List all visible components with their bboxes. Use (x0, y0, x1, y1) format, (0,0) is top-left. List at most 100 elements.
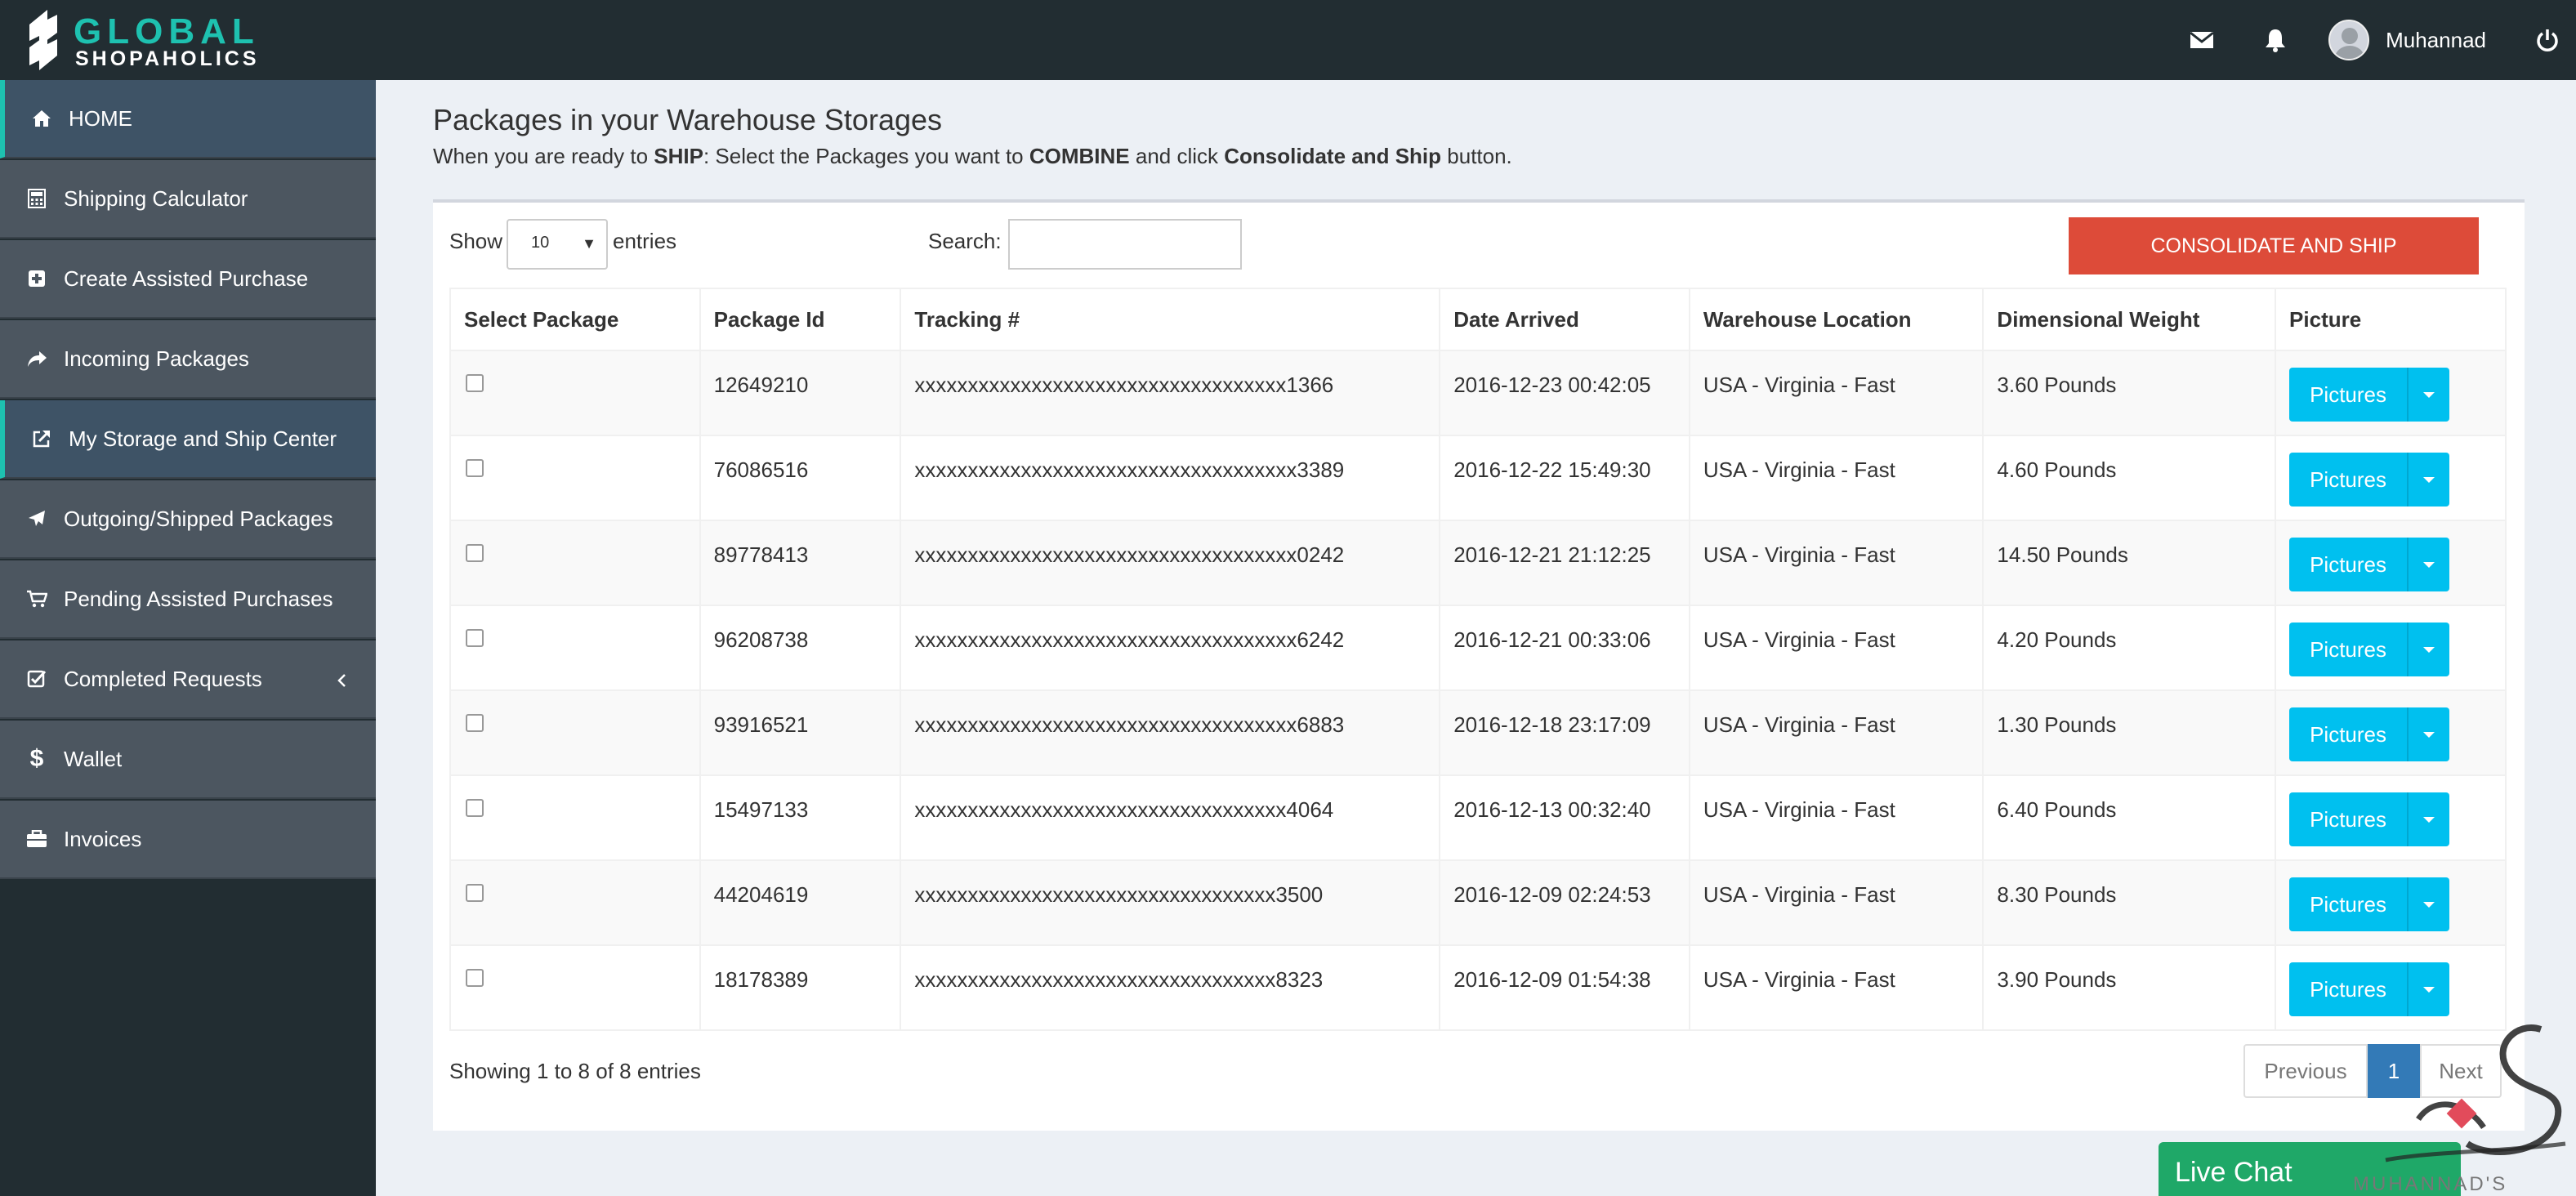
select-package-checkbox[interactable] (466, 374, 484, 392)
sidebar-item-label: Create Assisted Purchase (64, 266, 309, 291)
select-package-checkbox[interactable] (466, 969, 484, 987)
dimensional-weight: 14.50 Pounds (1982, 520, 2277, 606)
pictures-button[interactable]: Pictures (2289, 877, 2409, 931)
pictures-split-button: Pictures (2289, 623, 2450, 676)
blog-watermark-logo (2385, 1024, 2566, 1163)
table-header-row: Select Package Package Id Tracking # Dat… (449, 288, 2507, 351)
pagination-previous[interactable]: Previous (2243, 1044, 2368, 1098)
col-header-select[interactable]: Select Package (449, 288, 701, 351)
package-id: 15497133 (699, 774, 902, 861)
caret-down-icon (2423, 646, 2435, 653)
select-package-checkbox[interactable] (466, 714, 484, 732)
date-arrived: 2016-12-18 23:17:09 (1439, 689, 1690, 776)
dimensional-weight: 1.30 Pounds (1982, 689, 2277, 776)
table-row: 89778413 xxxxxxxxxxxxxxxxxxxxxxxxxxxxxxx… (449, 520, 2507, 606)
select-package-checkbox[interactable] (466, 459, 484, 477)
sidebar-item-wallet[interactable]: $ Wallet (0, 721, 376, 799)
pictures-split-button: Pictures (2289, 877, 2450, 931)
pictures-button[interactable]: Pictures (2289, 453, 2409, 507)
package-id: 18178389 (699, 944, 902, 1031)
show-label: Show (449, 229, 503, 253)
home-icon (29, 106, 54, 131)
pictures-button[interactable]: Pictures (2289, 792, 2409, 846)
sidebar-item-my-storage[interactable]: My Storage and Ship Center (0, 400, 376, 479)
entries-select[interactable]: 10 ▼ (507, 219, 608, 270)
tracking-number: xxxxxxxxxxxxxxxxxxxxxxxxxxxxxxxxxxxx3389 (900, 435, 1441, 521)
package-id: 12649210 (699, 350, 902, 436)
briefcase-icon (25, 827, 49, 851)
table-row: 76086516 xxxxxxxxxxxxxxxxxxxxxxxxxxxxxxx… (449, 435, 2507, 521)
pictures-dropdown-toggle[interactable] (2409, 792, 2450, 846)
dimensional-weight: 4.20 Pounds (1982, 605, 2277, 691)
pictures-dropdown-toggle[interactable] (2409, 453, 2450, 507)
sidebar-item-invoices[interactable]: Invoices (0, 801, 376, 879)
user-menu[interactable]: Muhannad (2312, 0, 2519, 80)
date-arrived: 2016-12-13 00:32:40 (1439, 774, 1690, 861)
warehouse-location: USA - Virginia - Fast (1688, 520, 1984, 606)
sidebar-item-home[interactable]: HOME (0, 80, 376, 158)
table-row: 44204619 xxxxxxxxxxxxxxxxxxxxxxxxxxxxxxx… (449, 859, 2507, 946)
pictures-dropdown-toggle[interactable] (2409, 877, 2450, 931)
col-header-dimensional-weight[interactable]: Dimensional Weight (1982, 288, 2277, 351)
warehouse-location: USA - Virginia - Fast (1688, 774, 1984, 861)
tracking-number: xxxxxxxxxxxxxxxxxxxxxxxxxxxxxxxxxxxx6242 (900, 605, 1441, 691)
col-header-tracking[interactable]: Tracking # (900, 288, 1441, 351)
select-package-checkbox[interactable] (466, 884, 484, 902)
dimensional-weight: 3.60 Pounds (1982, 350, 2277, 436)
sidebar-item-label: Outgoing/Shipped Packages (64, 506, 333, 531)
sidebar-item-create-assisted-purchase[interactable]: Create Assisted Purchase (0, 240, 376, 319)
package-id: 44204619 (699, 859, 902, 946)
col-header-date-arrived[interactable]: Date Arrived (1439, 288, 1690, 351)
date-arrived: 2016-12-09 01:54:38 (1439, 944, 1690, 1031)
pictures-dropdown-toggle[interactable] (2409, 538, 2450, 591)
pictures-button[interactable]: Pictures (2289, 707, 2409, 761)
sidebar-item-pending-assisted-purchases[interactable]: Pending Assisted Purchases (0, 560, 376, 639)
pictures-dropdown-toggle[interactable] (2409, 707, 2450, 761)
sidebar-item-shipping-calculator[interactable]: Shipping Calculator (0, 160, 376, 239)
col-header-package-id[interactable]: Package Id (699, 288, 902, 351)
envelope-icon[interactable] (2165, 0, 2239, 80)
entries-label: entries (613, 229, 677, 253)
consolidate-and-ship-button[interactable]: CONSOLIDATE AND SHIP (2069, 217, 2479, 274)
power-icon[interactable] (2519, 0, 2576, 80)
packages-table: Select Package Package Id Tracking # Dat… (449, 288, 2507, 1031)
dollar-icon: $ (29, 745, 44, 772)
sidebar-item-label: HOME (69, 105, 132, 131)
pictures-split-button: Pictures (2289, 368, 2450, 422)
plus-square-icon (25, 266, 49, 291)
pictures-dropdown-toggle[interactable] (2409, 623, 2450, 676)
topbar-actions: Muhannad (2165, 0, 2576, 80)
dimensional-weight: 3.90 Pounds (1982, 944, 2277, 1031)
sidebar-item-label: Incoming Packages (64, 346, 249, 371)
sidebar-item-incoming-packages[interactable]: Incoming Packages (0, 320, 376, 399)
tracking-number: xxxxxxxxxxxxxxxxxxxxxxxxxxxxxxxxxx8323 (900, 944, 1441, 1031)
select-package-checkbox[interactable] (466, 544, 484, 562)
pictures-dropdown-toggle[interactable] (2409, 368, 2450, 422)
sidebar-item-label: Pending Assisted Purchases (64, 586, 333, 611)
pictures-split-button: Pictures (2289, 538, 2450, 591)
tracking-number: xxxxxxxxxxxxxxxxxxxxxxxxxxxxxxxxxxx1366 (900, 350, 1441, 436)
col-header-warehouse-location[interactable]: Warehouse Location (1688, 288, 1984, 351)
dimensional-weight: 6.40 Pounds (1982, 774, 2277, 861)
pictures-button[interactable]: Pictures (2289, 623, 2409, 676)
search-input[interactable] (1008, 219, 1242, 270)
table-row: 15497133 xxxxxxxxxxxxxxxxxxxxxxxxxxxxxxx… (449, 774, 2507, 861)
sidebar-item-label: Completed Requests (64, 666, 262, 691)
sidebar-item-completed-requests[interactable]: Completed Requests (0, 640, 376, 719)
date-arrived: 2016-12-21 00:33:06 (1439, 605, 1690, 691)
pictures-button[interactable]: Pictures (2289, 368, 2409, 422)
brand-logo[interactable]: GLOBAL SHOPAHOLICS (23, 5, 374, 75)
caret-down-icon (2423, 816, 2435, 823)
col-header-picture[interactable]: Picture (2275, 288, 2507, 351)
package-id: 93916521 (699, 689, 902, 776)
select-package-checkbox[interactable] (466, 629, 484, 647)
bell-icon[interactable] (2239, 0, 2312, 80)
warehouse-location: USA - Virginia - Fast (1688, 435, 1984, 521)
select-package-checkbox[interactable] (466, 799, 484, 817)
sidebar-item-outgoing-packages[interactable]: Outgoing/Shipped Packages (0, 480, 376, 559)
caret-down-icon (2423, 986, 2435, 993)
tracking-number: xxxxxxxxxxxxxxxxxxxxxxxxxxxxxxxxxxxx0242 (900, 520, 1441, 606)
pictures-button[interactable]: Pictures (2289, 538, 2409, 591)
warehouse-location: USA - Virginia - Fast (1688, 350, 1984, 436)
pictures-split-button: Pictures (2289, 707, 2450, 761)
